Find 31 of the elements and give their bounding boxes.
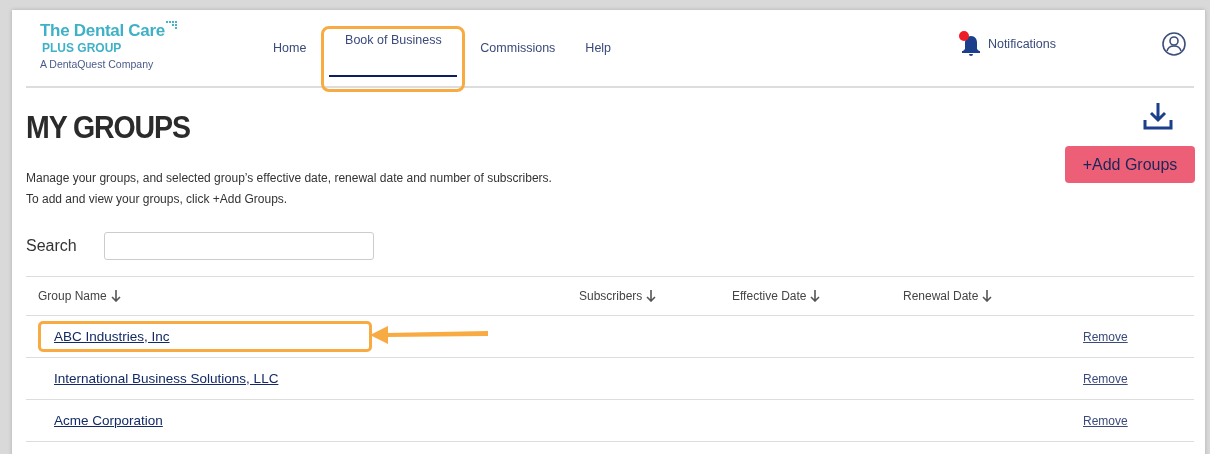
notifications-link[interactable]: Notifications bbox=[987, 37, 1056, 51]
nav-tab[interactable]: Help bbox=[570, 10, 627, 86]
description-text: Manage your groups, and selected group’s effective date, renewal date and number of subscribers. bbox=[26, 170, 552, 187]
remove-link[interactable]: Remove bbox=[1071, 413, 1128, 428]
page-title: MY GROUPS bbox=[26, 110, 191, 146]
sort-arrow-icon[interactable] bbox=[982, 290, 993, 302]
group-name-link[interactable]: ABC Industries, Inc bbox=[54, 329, 170, 344]
nav-tab[interactable]: Commissions bbox=[465, 10, 571, 86]
group-name-link[interactable]: Acme Corporation bbox=[54, 413, 163, 428]
nav-tab[interactable]: Book of Business bbox=[329, 21, 458, 77]
user-icon[interactable] bbox=[1162, 32, 1186, 56]
sort-arrow-icon[interactable] bbox=[810, 290, 821, 302]
download-icon[interactable] bbox=[1143, 102, 1173, 130]
column-header[interactable]: Group Name bbox=[38, 289, 107, 303]
description-text: To add and view your groups, click +Add Groups. bbox=[26, 191, 289, 208]
column-header[interactable]: Subscribers bbox=[579, 289, 643, 303]
logo-subtitle: PLUS GROUP bbox=[41, 40, 123, 55]
group-name-link[interactable]: International Business Solutions, LLC bbox=[54, 371, 279, 386]
column-header[interactable]: Renewal Date bbox=[903, 289, 979, 303]
dots-icon bbox=[165, 20, 178, 31]
logo-tagline: A DentaQuest Company bbox=[40, 57, 155, 70]
search-field[interactable] bbox=[103, 232, 374, 260]
search-label: Search bbox=[26, 237, 77, 255]
logo-title: The Dental Care bbox=[40, 20, 165, 41]
nav-tab[interactable]: Home bbox=[258, 10, 322, 86]
remove-link[interactable]: Remove bbox=[1071, 371, 1128, 386]
sort-arrow-icon[interactable] bbox=[646, 290, 657, 302]
sort-arrow-icon[interactable] bbox=[110, 290, 121, 302]
column-header[interactable]: Effective Date bbox=[732, 289, 807, 303]
add-groups-button[interactable]: +Add Groups bbox=[1065, 146, 1195, 183]
remove-link[interactable]: Remove bbox=[1071, 329, 1128, 344]
